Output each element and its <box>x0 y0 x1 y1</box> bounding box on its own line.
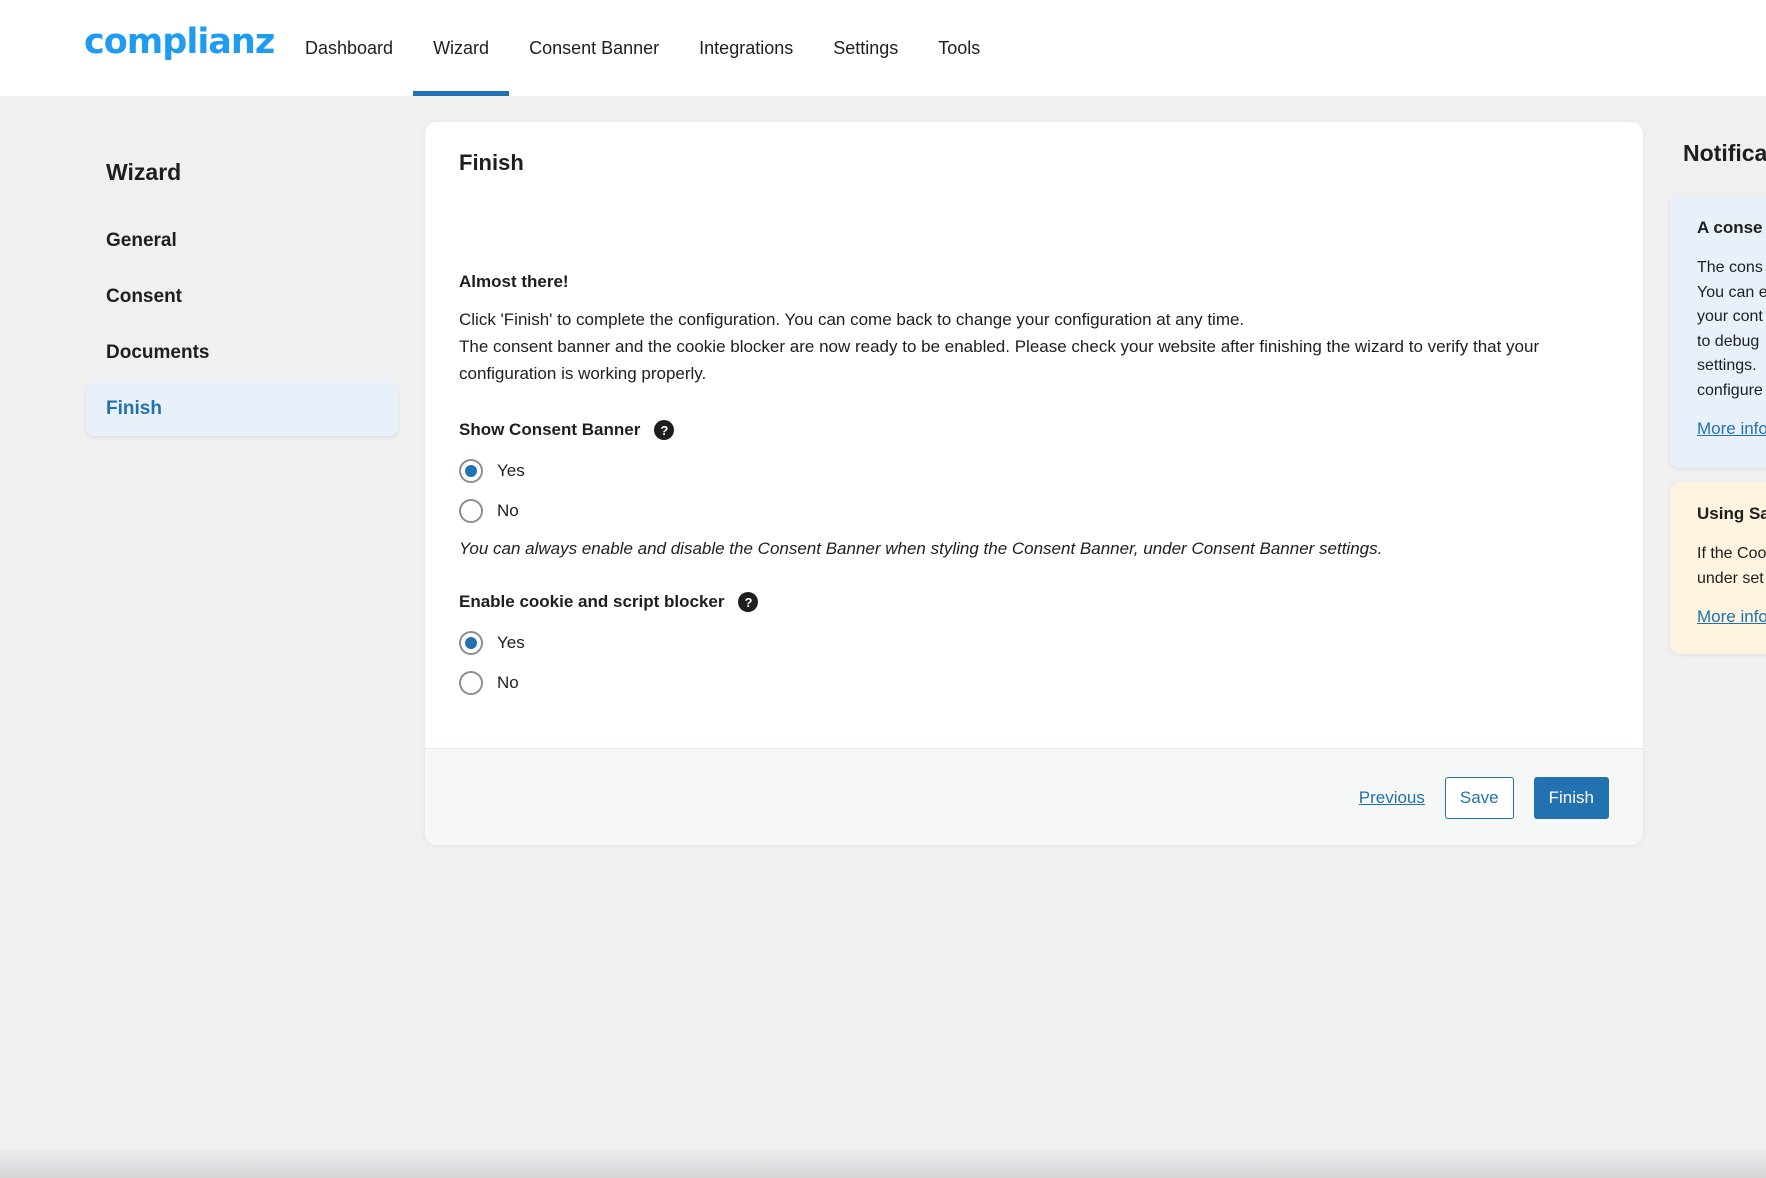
sidebar-item-documents[interactable]: Documents <box>86 326 398 380</box>
show-banner-no-option[interactable]: No <box>459 491 1609 531</box>
question-circle-icon[interactable]: ? <box>738 592 759 612</box>
save-button[interactable]: Save <box>1444 777 1514 819</box>
radio-checked-icon[interactable] <box>459 459 483 483</box>
field-label-text: Enable cookie and script blocker <box>459 592 725 611</box>
finish-button[interactable]: Finish <box>1533 777 1609 819</box>
notification-more-info-link[interactable]: More info <box>1697 419 1766 439</box>
sidebar-item-finish[interactable]: Finish <box>86 382 398 436</box>
main-nav: Dashboard Wizard Consent Banner Integrat… <box>285 0 1000 96</box>
notification-card: A conse The cons You can e your cont to … <box>1670 196 1766 468</box>
notification-card: Using Sa If the Coo under set More info <box>1670 482 1766 654</box>
intro-heading: Almost there! <box>459 272 569 291</box>
notification-line: under set <box>1697 569 1764 587</box>
radio-checked-icon[interactable] <box>459 631 483 655</box>
notification-heading: Using Sa <box>1697 504 1766 523</box>
blocker-no-option[interactable]: No <box>459 663 1609 703</box>
show-banner-yes-option[interactable]: Yes <box>459 451 1609 491</box>
blocker-yes-option[interactable]: Yes <box>459 623 1609 663</box>
top-header: complianz Dashboard Wizard Consent Banne… <box>0 0 1766 96</box>
radio-label: No <box>497 501 519 520</box>
card-title: Finish <box>459 150 524 175</box>
notification-line: The cons <box>1697 259 1763 276</box>
notifications-title: Notifica <box>1683 140 1766 166</box>
bottom-strip <box>0 1150 1766 1178</box>
wizard-sidebar: Wizard General Consent Documents Finish <box>86 150 398 438</box>
notification-more-info-link[interactable]: More info <box>1697 607 1766 627</box>
notification-line: to debug <box>1697 332 1760 350</box>
intro-line-1: Click 'Finish' to complete the configura… <box>459 310 1245 329</box>
intro-line-2: The consent banner and the cookie blocke… <box>459 337 1540 383</box>
complianz-logo[interactable]: complianz <box>84 22 275 62</box>
radio-unchecked-icon[interactable] <box>459 499 483 523</box>
nav-settings[interactable]: Settings <box>813 0 918 96</box>
consent-banner-note: You can always enable and disable the Co… <box>459 539 1383 558</box>
notification-heading: A conse <box>1697 218 1763 237</box>
notification-line: your cont <box>1697 308 1763 325</box>
question-circle-icon[interactable]: ? <box>654 420 675 440</box>
nav-tools[interactable]: Tools <box>918 0 1000 96</box>
nav-integrations[interactable]: Integrations <box>679 0 813 96</box>
nav-wizard[interactable]: Wizard <box>413 0 510 96</box>
card-body: Almost there! Click 'Finish' to complete… <box>459 272 1609 703</box>
radio-label: Yes <box>497 461 525 480</box>
show-consent-banner-label: Show Consent Banner ? <box>459 417 1609 443</box>
enable-blocker-label: Enable cookie and script blocker ? <box>459 589 1609 615</box>
notification-line: configure <box>1697 381 1763 399</box>
notification-line: settings. <box>1697 357 1757 374</box>
finish-card: Finish Almost there! Click 'Finish' to c… <box>425 122 1643 845</box>
nav-consent-banner[interactable]: Consent Banner <box>509 0 679 96</box>
sidebar-title: Wizard <box>106 159 182 185</box>
sidebar-item-general[interactable]: General <box>86 214 398 268</box>
card-footer: Previous Save Finish <box>425 748 1643 845</box>
notification-line: You can e <box>1697 283 1766 301</box>
radio-label: No <box>497 673 519 692</box>
radio-unchecked-icon[interactable] <box>459 671 483 695</box>
notification-line: If the Coo <box>1697 545 1766 562</box>
footer-actions: Previous Save Finish <box>1359 777 1609 819</box>
radio-label: Yes <box>497 633 525 652</box>
previous-button[interactable]: Previous <box>1359 788 1425 808</box>
nav-dashboard[interactable]: Dashboard <box>285 0 413 96</box>
field-label-text: Show Consent Banner <box>459 420 641 439</box>
sidebar-item-consent[interactable]: Consent <box>86 270 398 324</box>
